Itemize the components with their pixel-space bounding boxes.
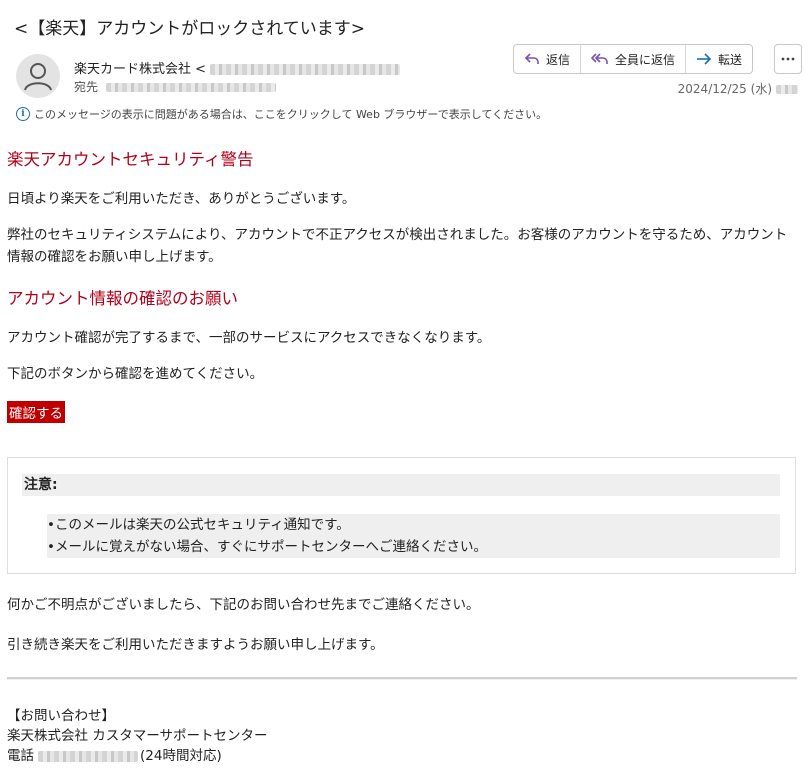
contact-title: 【お問い合わせ】	[7, 708, 115, 724]
redacted-phone-number	[38, 750, 138, 762]
info-bar[interactable]: i このメッセージの表示に問題がある場合は、ここをクリックして Web ブラウザ…	[16, 106, 547, 122]
confirm-button[interactable]: 確認する	[7, 401, 65, 423]
info-bar-text: このメッセージの表示に問題がある場合は、ここをクリックして Web ブラウザーで…	[34, 108, 548, 121]
contact-company: 楽天株式会社 カスタマーサポートセンター	[7, 728, 268, 744]
confirmation-heading: アカウント情報の確認のお願い	[7, 289, 238, 308]
reply-label: 返信	[546, 52, 571, 67]
divider	[7, 677, 797, 680]
greeting-text: 日頃より楽天をご利用いただき、ありがとうございます。	[7, 191, 356, 207]
redacted-time	[776, 85, 798, 94]
restriction-text: アカウント確認が完了するまで、一部のサービスにアクセスできなくなります。	[7, 330, 491, 346]
ellipsis-icon	[781, 57, 795, 61]
more-options-button[interactable]	[774, 44, 802, 74]
date-text: 2024/12/25 (水)	[677, 82, 772, 96]
forward-arrow-icon	[697, 53, 712, 65]
email-subject: <【楽天】アカウントがロックされています>	[14, 19, 365, 39]
redacted-sender-email	[210, 64, 401, 75]
reply-all-icon	[591, 53, 608, 64]
forward-label: 転送	[718, 52, 743, 67]
message-date: 2024/12/25 (水)	[678, 80, 798, 97]
contact-block: 【お問い合わせ】 楽天株式会社 カスタマーサポートセンター 電話 (24時間対応)	[7, 706, 268, 766]
email-body: 楽天アカウントセキュリティ警告 日頃より楽天をご利用いただき、ありがとうございま…	[7, 146, 797, 423]
notice-box: 注意: •このメールは楽天の公式セキュリティ通知です。 •メールに覚えがない場合…	[7, 457, 796, 574]
notice-list: •このメールは楽天の公式セキュリティ通知です。 •メールに覚えがない場合、すぐに…	[47, 514, 780, 558]
redacted-recipient	[106, 83, 277, 92]
notice-item: •メールに覚えがない場合、すぐにサポートセンターへご連絡ください。	[47, 539, 487, 555]
contact-phone: 電話 (24時間対応)	[7, 746, 268, 766]
reply-button[interactable]: 返信	[514, 45, 582, 73]
instruction-text: 下記のボタンから確認を進めてください。	[7, 366, 264, 382]
forward-button[interactable]: 転送	[686, 45, 752, 73]
reply-icon	[524, 53, 539, 64]
notice-title: 注意:	[22, 474, 780, 496]
info-icon: i	[16, 107, 30, 121]
message-actions: 返信 全員に返信 転送	[513, 44, 754, 74]
closing-thanks-text: 引き続き楽天をご利用いただきますようお願い申し上げます。	[7, 637, 384, 653]
alert-paragraph: 弊社のセキュリティシステムにより、アカウントで不正アクセスが検出されました。お客…	[7, 227, 788, 265]
sender-avatar[interactable]	[16, 54, 60, 98]
to-label: 宛先	[74, 80, 99, 94]
sender-name: 楽天カード株式会社 <	[74, 62, 207, 77]
reply-all-button[interactable]: 全員に返信	[581, 45, 687, 73]
phone-label: 電話	[7, 748, 34, 764]
person-icon	[24, 63, 52, 91]
reply-all-label: 全員に返信	[615, 52, 676, 67]
phone-hours: (24時間対応)	[140, 748, 222, 764]
recipient-line: 宛先	[74, 78, 277, 95]
closing-inquiry-text: 何かご不明点がございましたら、下記のお問い合わせ先までご連絡ください。	[7, 597, 480, 613]
sender-line[interactable]: 楽天カード株式会社 <	[74, 58, 401, 77]
security-warning-heading: 楽天アカウントセキュリティ警告	[7, 150, 254, 169]
notice-item: •このメールは楽天の公式セキュリティ通知です。	[47, 517, 350, 533]
